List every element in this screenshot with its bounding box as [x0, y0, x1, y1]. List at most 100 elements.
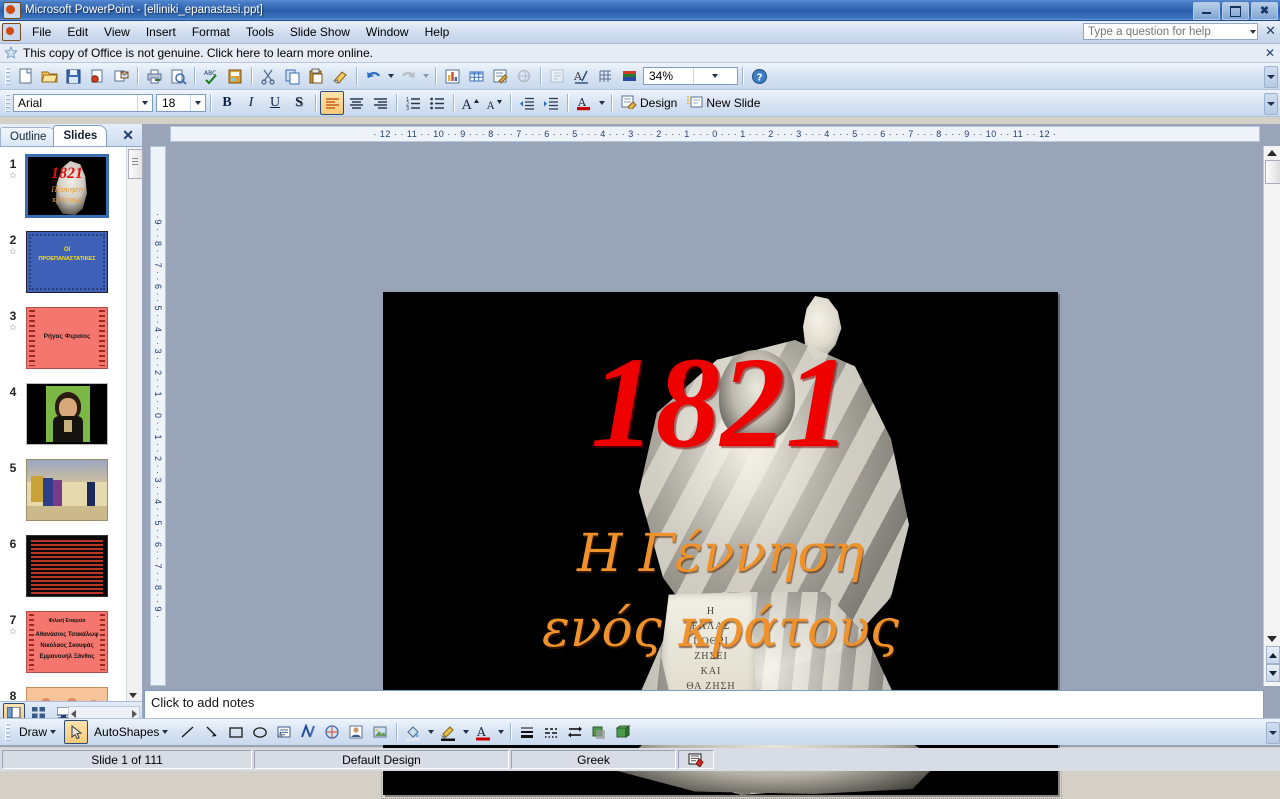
draw-dropdown-arrow[interactable] — [47, 721, 58, 743]
undo-icon[interactable] — [361, 64, 385, 88]
show-grid-icon[interactable] — [593, 64, 617, 88]
menu-view[interactable]: View — [96, 22, 138, 42]
scroll-down-arrow[interactable] — [1267, 636, 1277, 642]
menu-help[interactable]: Help — [417, 22, 458, 42]
fill-color-icon[interactable] — [401, 720, 425, 744]
open-folder-icon[interactable] — [37, 64, 61, 88]
fill-color-dropdown-arrow[interactable] — [425, 721, 436, 743]
rectangle-icon[interactable] — [224, 720, 248, 744]
toolbar-grip[interactable] — [5, 723, 10, 741]
thumbnail-slide-7[interactable]: Φιλική Εταιρεία Αθανάσιος Τσακάλωφ Νικόλ… — [26, 611, 108, 673]
cut-scissors-icon[interactable] — [256, 64, 280, 88]
dismiss-notification-button[interactable]: ✕ — [1265, 46, 1275, 60]
menu-edit[interactable]: Edit — [59, 22, 96, 42]
menu-tools[interactable]: Tools — [238, 22, 282, 42]
shadow-style-icon[interactable] — [587, 720, 611, 744]
decrease-font-size-button[interactable]: A — [482, 91, 506, 115]
close-button[interactable]: ✖ — [1251, 2, 1278, 20]
toolbar-grip[interactable] — [5, 94, 10, 112]
list-item[interactable]: 1 ☆ 1821 Πέννηση κράτους — [0, 154, 142, 218]
menu-file[interactable]: File — [24, 22, 59, 42]
font-name-combobox[interactable]: Arial — [13, 94, 153, 112]
spelling-check-icon[interactable]: ABC — [199, 64, 223, 88]
insert-diagram-icon[interactable] — [488, 64, 512, 88]
thumbnail-slide-3[interactable]: Ρήγας Φεραίος — [26, 307, 108, 369]
arrow-icon[interactable] — [200, 720, 224, 744]
diagram-icon[interactable] — [320, 720, 344, 744]
select-arrow-icon[interactable] — [64, 720, 89, 744]
new-slide-button[interactable]: New Slide — [682, 91, 765, 115]
thumbnail-slide-8[interactable] — [26, 687, 108, 701]
paste-icon[interactable] — [304, 64, 328, 88]
oval-icon[interactable] — [248, 720, 272, 744]
scroll-left-arrow[interactable] — [71, 710, 76, 718]
font-size-combobox[interactable]: 18 — [156, 94, 206, 112]
menu-format[interactable]: Format — [184, 22, 238, 42]
line-color-dropdown-arrow[interactable] — [460, 721, 471, 743]
increase-font-size-button[interactable]: A — [458, 91, 482, 115]
dash-style-icon[interactable] — [539, 720, 563, 744]
status-language[interactable]: Greek — [511, 750, 676, 769]
numbering-button[interactable]: 123 — [401, 91, 425, 115]
thumbnail-slide-4[interactable] — [26, 383, 108, 445]
increase-indent-button[interactable] — [539, 91, 563, 115]
close-document-button[interactable]: ✕ — [1265, 24, 1276, 38]
autoshapes-dropdown-arrow[interactable] — [159, 721, 170, 743]
zoom-dropdown-arrow[interactable] — [692, 68, 738, 84]
minimize-button[interactable] — [1193, 2, 1220, 20]
menu-insert[interactable]: Insert — [138, 22, 184, 42]
show-formatting-icon[interactable]: A — [569, 64, 593, 88]
thumbnail-slide-1[interactable]: 1821 Πέννηση κράτους — [25, 154, 109, 218]
clipart-icon[interactable] — [344, 720, 368, 744]
expand-all-icon[interactable] — [545, 64, 569, 88]
font-name-dropdown-arrow[interactable] — [137, 95, 152, 111]
list-item[interactable]: 5 — [0, 459, 142, 521]
help-question-icon[interactable]: ? — [747, 64, 771, 88]
redo-icon[interactable] — [396, 64, 420, 88]
align-left-button[interactable] — [320, 91, 344, 115]
toolbar-options-button[interactable] — [1264, 66, 1278, 88]
previous-slide-button[interactable] — [1266, 646, 1280, 664]
text-box-icon[interactable]: A — [272, 720, 296, 744]
thumbnail-slide-2[interactable]: ΟΙ ΠΡΟΕΠΑΝΑΣΤΑΤΙΚΕΣ — [26, 231, 108, 293]
underline-button[interactable]: U — [263, 91, 287, 115]
text-shadow-button[interactable]: S — [287, 91, 311, 115]
font-color-dropdown-arrow[interactable] — [596, 92, 607, 114]
restore-button[interactable] — [1222, 2, 1249, 20]
thumbnail-slide-6[interactable] — [26, 535, 108, 597]
tab-outline[interactable]: Outline — [0, 127, 57, 146]
font-color-icon[interactable]: A — [471, 720, 495, 744]
slide-vertical-scrollbar[interactable] — [1263, 146, 1280, 686]
bullets-button[interactable] — [425, 91, 449, 115]
email-icon[interactable] — [109, 64, 133, 88]
scrollbar-thumb[interactable] — [128, 149, 143, 179]
bold-button[interactable]: B — [215, 91, 239, 115]
font-color-dropdown-arrow[interactable] — [495, 721, 506, 743]
help-dropdown-arrow[interactable] — [1250, 30, 1256, 34]
insert-hyperlink-icon[interactable] — [512, 64, 536, 88]
print-preview-icon[interactable] — [166, 64, 190, 88]
line-color-icon[interactable] — [436, 720, 460, 744]
spell-check-status-icon[interactable] — [678, 750, 714, 769]
insert-table-icon[interactable] — [464, 64, 488, 88]
line-style-icon[interactable] — [515, 720, 539, 744]
insert-chart-icon[interactable] — [440, 64, 464, 88]
scroll-up-arrow[interactable] — [1267, 150, 1277, 156]
help-search-input[interactable]: Type a question for help — [1083, 23, 1258, 40]
align-right-button[interactable] — [368, 91, 392, 115]
arrow-style-icon[interactable] — [563, 720, 587, 744]
thumbnail-slide-5[interactable] — [26, 459, 108, 521]
genuine-notification-bar[interactable]: This copy of Office is not genuine. Clic… — [0, 44, 1280, 63]
align-center-button[interactable] — [344, 91, 368, 115]
toolbar-options-button[interactable] — [1264, 93, 1278, 115]
color-scheme-icon[interactable] — [617, 64, 641, 88]
save-disk-icon[interactable] — [61, 64, 85, 88]
next-slide-button[interactable] — [1266, 664, 1280, 682]
list-item[interactable]: 8 — [0, 687, 142, 701]
list-item[interactable]: 3 ☆ Ρήγας Φεραίος — [0, 307, 142, 369]
print-icon[interactable] — [142, 64, 166, 88]
tab-slides[interactable]: Slides — [53, 125, 108, 146]
scrollbar-thumb[interactable] — [1265, 160, 1280, 184]
list-item[interactable]: 7 ☆ Φιλική Εταιρεία Αθανάσιος Τσακάλωφ Ν… — [0, 611, 142, 673]
design-button[interactable]: Design — [616, 91, 682, 115]
